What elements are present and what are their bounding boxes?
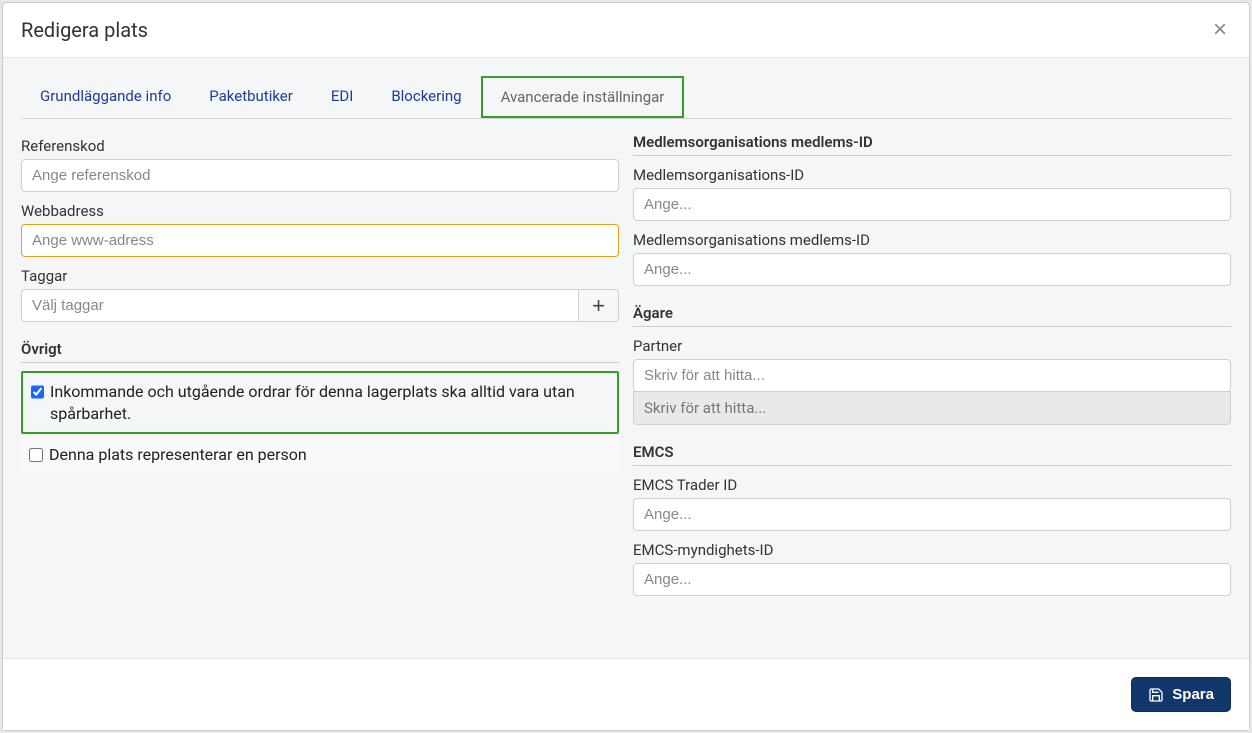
modal-footer: Spara bbox=[3, 658, 1249, 730]
emcs-authority-id-input[interactable] bbox=[633, 563, 1231, 596]
memberorg-member-id-input[interactable] bbox=[633, 253, 1231, 286]
save-button[interactable]: Spara bbox=[1131, 677, 1231, 712]
memberorg-section-header: Medlemsorganisations medlems-ID bbox=[633, 133, 1231, 156]
owner-section-header: Ägare bbox=[633, 304, 1231, 327]
modal-title: Redigera plats bbox=[21, 18, 148, 42]
form-columns: Referenskod Webbadress Taggar + Övrigt I… bbox=[21, 127, 1231, 596]
represents-person-label: Denna plats representerar en person bbox=[49, 444, 307, 466]
left-column: Referenskod Webbadress Taggar + Övrigt I… bbox=[21, 127, 619, 596]
tags-row: + bbox=[21, 289, 619, 322]
partner-input[interactable] bbox=[633, 359, 1231, 392]
emcs-trader-id-label: EMCS Trader ID bbox=[633, 476, 1231, 494]
web-address-input[interactable] bbox=[21, 224, 619, 257]
untraceable-orders-label: Inkommande och utgående ordrar för denna… bbox=[50, 381, 609, 424]
tab-package-stores[interactable]: Paketbutiker bbox=[190, 76, 312, 118]
represents-person-checkbox[interactable] bbox=[29, 448, 43, 462]
emcs-section-header: EMCS bbox=[633, 443, 1231, 466]
tags-input[interactable] bbox=[21, 289, 578, 322]
close-button[interactable]: × bbox=[1209, 18, 1231, 42]
edit-location-modal: Redigera plats × Grundläggande info Pake… bbox=[2, 2, 1250, 731]
reference-code-label: Referenskod bbox=[21, 137, 619, 155]
modal-header: Redigera plats × bbox=[3, 3, 1249, 58]
reference-code-input[interactable] bbox=[21, 159, 619, 192]
save-icon bbox=[1148, 687, 1164, 703]
tab-advanced-settings[interactable]: Avancerade inställningar bbox=[481, 76, 685, 118]
modal-body: Grundläggande info Paketbutiker EDI Bloc… bbox=[3, 58, 1249, 658]
right-column: Medlemsorganisations medlems-ID Medlemso… bbox=[633, 127, 1231, 596]
emcs-trader-id-input[interactable] bbox=[633, 498, 1231, 531]
untraceable-orders-checkbox[interactable] bbox=[31, 385, 44, 399]
represents-person-row[interactable]: Denna plats representerar en person bbox=[21, 436, 619, 474]
tab-edi[interactable]: EDI bbox=[312, 76, 372, 118]
web-address-label: Webbadress bbox=[21, 202, 619, 220]
other-section-header: Övrigt bbox=[21, 340, 619, 363]
partner-secondary-input: Skriv för att hitta... bbox=[633, 391, 1231, 425]
memberorg-member-id-label: Medlemsorganisations medlems-ID bbox=[633, 231, 1231, 249]
tags-label: Taggar bbox=[21, 267, 619, 285]
untraceable-orders-row[interactable]: Inkommande och utgående ordrar för denna… bbox=[21, 371, 619, 434]
tab-basic-info[interactable]: Grundläggande info bbox=[21, 76, 190, 118]
tags-add-button[interactable]: + bbox=[578, 289, 619, 322]
other-checkbox-block: Inkommande och utgående ordrar för denna… bbox=[21, 371, 619, 474]
save-button-label: Spara bbox=[1172, 686, 1214, 703]
emcs-authority-id-label: EMCS-myndighets-ID bbox=[633, 541, 1231, 559]
memberorg-id-input[interactable] bbox=[633, 188, 1231, 221]
memberorg-id-label: Medlemsorganisations-ID bbox=[633, 166, 1231, 184]
tab-blocking[interactable]: Blockering bbox=[372, 76, 480, 118]
partner-label: Partner bbox=[633, 337, 1231, 355]
tabs: Grundläggande info Paketbutiker EDI Bloc… bbox=[21, 76, 1231, 119]
